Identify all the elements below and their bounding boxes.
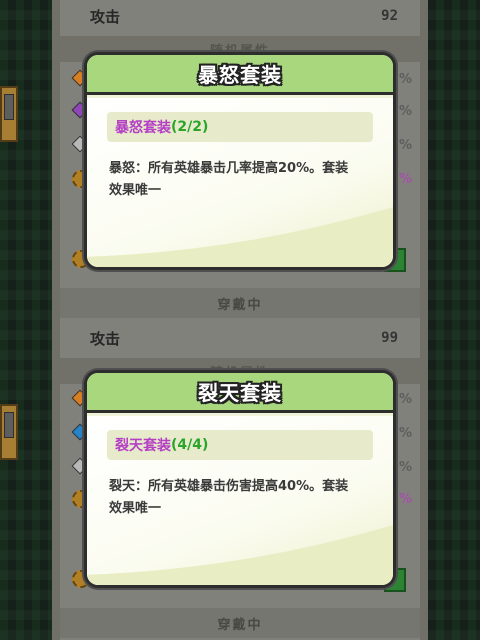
set-description: 暴怒：所有英雄暴击几率提高20%。套装 效果唯一 xyxy=(109,161,349,198)
popup-title: 裂天套装 xyxy=(198,381,282,405)
decorative-curve xyxy=(87,525,393,585)
popup-title: 暴怒套装 xyxy=(198,63,282,87)
popup-body: 暴怒套装 (2/2) 暴怒：所有英雄暴击几率提高20%。套装 效果唯一 xyxy=(87,98,393,267)
set-name: 裂天套装 xyxy=(115,438,171,454)
popup-header: 暴怒套装 xyxy=(87,55,393,95)
set-bonus-popup: 裂天套装 裂天套装 (4/4) 裂天：所有英雄暴击伤害提高40%。套装 效果唯一 xyxy=(84,370,396,588)
set-name: 暴怒套装 xyxy=(115,120,171,136)
decorative-curve xyxy=(87,207,393,267)
set-description: 裂天：所有英雄暴击伤害提高40%。套装 效果唯一 xyxy=(109,479,349,516)
popup-header: 裂天套装 xyxy=(87,373,393,413)
set-bonus-popup: 暴怒套装 暴怒套装 (2/2) 暴怒：所有英雄暴击几率提高20%。套装 效果唯一 xyxy=(84,52,396,270)
set-count: (2/2) xyxy=(171,119,209,135)
set-name-box: 暴怒套装 (2/2) xyxy=(107,112,373,142)
popup-body: 裂天套装 (4/4) 裂天：所有英雄暴击伤害提高40%。套装 效果唯一 xyxy=(87,416,393,585)
set-name-box: 裂天套装 (4/4) xyxy=(107,430,373,460)
set-count: (4/4) xyxy=(171,437,209,453)
